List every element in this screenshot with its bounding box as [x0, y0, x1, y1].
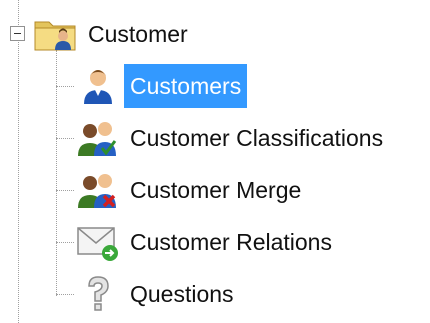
users-remove-icon — [72, 166, 124, 214]
question-icon — [72, 270, 124, 318]
tree-node-label: Customer Merge — [130, 177, 302, 203]
tree-line-branch — [56, 294, 74, 295]
tree-node-customer[interactable]: Customer — [30, 10, 194, 58]
tree-node-customer-relations[interactable]: Customer Relations — [56, 218, 338, 266]
mail-arrow-icon — [72, 218, 124, 266]
tree-line-branch — [56, 86, 74, 87]
collapse-toggle[interactable] — [10, 26, 25, 41]
tree-node-customer-classifications[interactable]: Customer Classifications — [56, 114, 389, 162]
tree-node-customers[interactable]: Customers — [56, 62, 248, 110]
tree-node-label: Customer Relations — [130, 229, 332, 255]
tree-node-customer-merge[interactable]: Customer Merge — [56, 166, 307, 214]
tree-line-branch — [56, 190, 74, 191]
user-icon — [72, 62, 124, 110]
tree-line-branch — [56, 242, 74, 243]
tree-line-root — [18, 0, 19, 323]
folder-user-icon — [30, 10, 82, 58]
tree-node-label: Questions — [130, 281, 234, 307]
tree-node-questions[interactable]: Questions — [56, 270, 240, 318]
tree-node-label: Customers — [124, 64, 248, 108]
tree-node-label: Customer Classifications — [130, 125, 384, 151]
tree-node-label: Customer — [88, 21, 188, 47]
tree-line-branch — [56, 138, 74, 139]
navigation-tree: Customer Customers Customer Classificati… — [0, 0, 430, 323]
users-check-icon — [72, 114, 124, 162]
